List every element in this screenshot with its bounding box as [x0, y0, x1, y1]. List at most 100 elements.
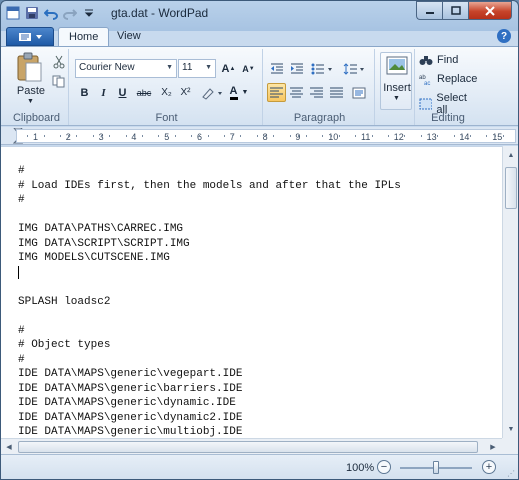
document-line[interactable]: # Object types: [18, 338, 401, 353]
ruler-tick-label: 7: [229, 132, 235, 142]
document-line[interactable]: #: [18, 164, 401, 179]
ruler[interactable]: 1 2 3 4 5 6 7 8 9 10 11 12 13 14 15: [1, 127, 518, 145]
document-line[interactable]: [18, 280, 401, 295]
font-color-button[interactable]: A ▼: [226, 83, 252, 102]
document-line[interactable]: #: [18, 353, 401, 368]
ruler-minor-tick: [470, 135, 471, 137]
paste-label: Paste: [16, 85, 46, 97]
document-text[interactable]: # # Load IDEs first, then the models and …: [18, 164, 401, 440]
document-area[interactable]: # # Load IDEs first, then the models and …: [1, 146, 502, 438]
document-line[interactable]: IMG DATA\PATHS\CARREC.IMG: [18, 222, 401, 237]
close-icon[interactable]: [468, 1, 512, 20]
font-size-select[interactable]: 11 ▼: [178, 59, 216, 78]
ruler-minor-tick: [133, 135, 135, 137]
document-line[interactable]: IDE DATA\MAPS\generic\vegepart.IDE: [18, 367, 401, 382]
align-left-button[interactable]: [267, 83, 286, 102]
zoom-slider-thumb[interactable]: [433, 461, 440, 474]
paste-icon: [17, 52, 42, 82]
strikethrough-button[interactable]: abc: [132, 83, 156, 102]
document-line[interactable]: #: [18, 324, 401, 339]
ruler-tick-label: 12: [393, 132, 404, 142]
bold-button[interactable]: B: [75, 83, 94, 102]
document-line[interactable]: [18, 208, 401, 223]
paragraph-settings-button[interactable]: [349, 83, 368, 102]
save-icon[interactable]: [24, 5, 40, 21]
document-line[interactable]: IDE DATA\MAPS\generic\dynamic.IDE: [18, 396, 401, 411]
maximize-icon[interactable]: [442, 1, 468, 20]
paragraph-group-label: Paragraph: [293, 112, 346, 124]
horizontal-scrollbar[interactable]: ◀ ▶: [1, 438, 502, 454]
document-line[interactable]: # Load IDEs first, then the models and a…: [18, 179, 401, 194]
font-family-select[interactable]: Courier New ▼: [75, 59, 177, 78]
ruler-minor-tick: [232, 135, 234, 137]
ruler-scale: 1 2 3 4 5 6 7 8 9 10 11 12 13 14 15: [16, 129, 516, 143]
align-center-button[interactable]: [287, 83, 306, 102]
find-button[interactable]: Find: [419, 54, 458, 66]
ribbon-tabs: Home View ?: [1, 27, 518, 47]
highlight-color-button[interactable]: [199, 83, 225, 102]
paragraph-group: Paragraph: [265, 49, 375, 125]
scroll-down-icon[interactable]: ▼: [504, 422, 518, 436]
document-line[interactable]: IDE DATA\MAPS\generic\dynamic2.IDE: [18, 411, 401, 426]
ruler-minor-tick: [396, 135, 398, 137]
document-line[interactable]: #: [18, 193, 401, 208]
scroll-up-icon[interactable]: ▲: [504, 148, 518, 162]
zoom-in-icon[interactable]: +: [482, 460, 496, 474]
ruler-minor-tick: [158, 135, 160, 137]
grow-font-icon[interactable]: A ▲: [219, 59, 238, 78]
ruler-minor-tick: [388, 135, 389, 137]
quick-access-toolbar: [5, 5, 97, 21]
align-center-icon: [290, 87, 303, 98]
underline-button[interactable]: U: [113, 83, 132, 102]
scroll-right-icon[interactable]: ▶: [486, 440, 500, 454]
document-line[interactable]: [18, 309, 401, 324]
document-line[interactable]: [18, 265, 401, 281]
justify-button[interactable]: [327, 83, 346, 102]
document-line[interactable]: SPLASH loadsc2: [18, 295, 401, 310]
zoom-out-icon[interactable]: −: [377, 460, 391, 474]
insert-picture-icon: [386, 56, 408, 75]
customize-dropdown-icon[interactable]: [81, 5, 97, 21]
tab-home[interactable]: Home: [58, 27, 110, 47]
ruler-minor-tick: [125, 135, 127, 137]
help-icon[interactable]: ?: [497, 29, 511, 43]
align-right-icon: [310, 87, 323, 98]
insert-button[interactable]: Insert ▼: [380, 52, 412, 110]
ruler-tick-label: 14: [459, 132, 470, 142]
paste-button[interactable]: Paste ▼: [11, 52, 49, 110]
clipboard-group: Paste ▼ Clipboard: [5, 49, 69, 125]
increase-indent-icon[interactable]: [287, 59, 306, 78]
wordpad-app-icon[interactable]: [5, 5, 21, 21]
redo-icon[interactable]: [62, 5, 78, 21]
ruler-minor-tick: [68, 135, 70, 137]
undo-icon[interactable]: [43, 5, 59, 21]
vertical-scroll-thumb[interactable]: [505, 167, 517, 209]
scroll-left-icon[interactable]: ◀: [2, 440, 16, 454]
minimize-icon[interactable]: [416, 1, 442, 20]
shrink-font-icon[interactable]: A ▼: [239, 59, 258, 78]
font-group-label: Font: [155, 112, 178, 124]
italic-button[interactable]: I: [94, 83, 113, 102]
horizontal-scroll-thumb[interactable]: [18, 441, 478, 453]
line-spacing-button[interactable]: [341, 59, 369, 78]
tab-view[interactable]: View: [107, 27, 151, 47]
highlighter-icon: [202, 87, 222, 100]
cut-icon[interactable]: [49, 52, 68, 71]
document-line[interactable]: IMG MODELS\CUTSCENE.IMG: [18, 251, 401, 266]
subscript-button[interactable]: X₂: [157, 83, 176, 102]
resize-grip-icon[interactable]: ⋰: [507, 469, 515, 478]
ruler-minor-tick: [166, 135, 168, 137]
superscript-button[interactable]: X²: [176, 83, 195, 102]
replace-button[interactable]: ab ac Replace: [419, 73, 477, 85]
ruler-minor-tick: [224, 135, 225, 137]
vertical-scrollbar[interactable]: ▲ ▼: [502, 146, 518, 438]
ruler-minor-tick: [371, 135, 373, 137]
ruler-minor-tick: [199, 135, 201, 137]
copy-icon[interactable]: [49, 72, 68, 91]
bullets-button[interactable]: [309, 59, 337, 78]
document-line[interactable]: IDE DATA\MAPS\generic\barriers.IDE: [18, 382, 401, 397]
document-line[interactable]: IMG DATA\SCRIPT\SCRIPT.IMG: [18, 237, 401, 252]
align-right-button[interactable]: [307, 83, 326, 102]
decrease-indent-icon[interactable]: [267, 59, 286, 78]
application-menu-button[interactable]: [6, 27, 54, 46]
